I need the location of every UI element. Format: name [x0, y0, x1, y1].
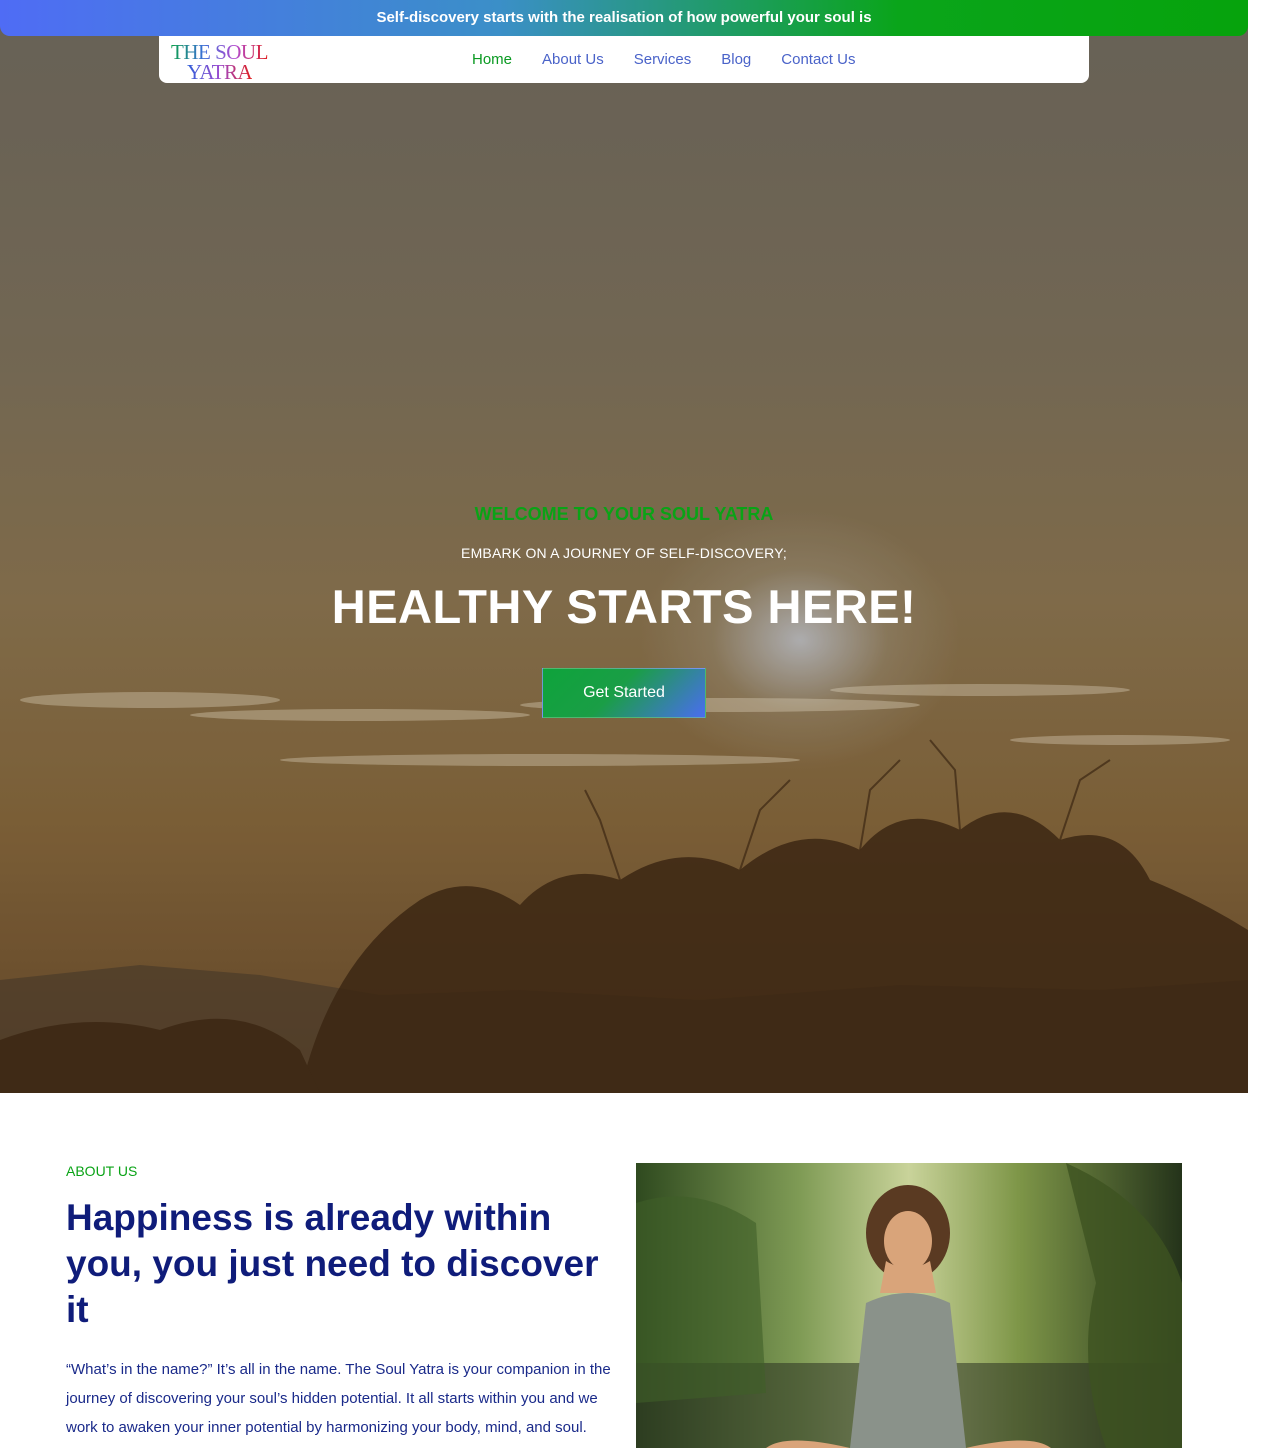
- site-logo[interactable]: THE SOUL YATRA: [171, 40, 268, 84]
- about-label: ABOUT US: [66, 1163, 138, 1179]
- hero-section: WELCOME TO YOUR SOUL YATRA EMBARK ON A J…: [0, 0, 1248, 1093]
- nav-item-home[interactable]: Home: [472, 51, 512, 68]
- main-navbar: THE SOUL YATRA Home About Us Services Bl…: [159, 36, 1089, 84]
- about-section: ABOUT US Happiness is already within you…: [66, 1163, 611, 1442]
- logo-line-2: YATRA: [187, 60, 253, 84]
- meditation-image: [636, 1163, 1182, 1448]
- hero-content: WELCOME TO YOUR SOUL YATRA EMBARK ON A J…: [0, 500, 1248, 718]
- about-title: Happiness is already within you, you jus…: [66, 1197, 599, 1330]
- get-started-button[interactable]: Get Started: [542, 668, 706, 718]
- about-body: “What’s in the name?” It’s all in the na…: [66, 1361, 611, 1436]
- hero-subtitle: EMBARK ON A JOURNEY OF SELF-DISCOVERY;: [461, 545, 787, 561]
- primary-nav: Home About Us Services Blog Contact Us: [472, 36, 855, 83]
- announcement-bar: Self-discovery starts with the realisati…: [0, 0, 1248, 36]
- nav-item-services[interactable]: Services: [634, 51, 692, 68]
- nav-item-about-us[interactable]: About Us: [542, 51, 604, 68]
- hero-headline: HEALTHY STARTS HERE!: [331, 580, 917, 633]
- nav-item-contact-us[interactable]: Contact Us: [781, 51, 855, 68]
- nav-item-blog[interactable]: Blog: [721, 51, 751, 68]
- hero-eyebrow: WELCOME TO YOUR SOUL YATRA: [474, 504, 774, 524]
- meditation-illustration: [636, 1163, 1182, 1448]
